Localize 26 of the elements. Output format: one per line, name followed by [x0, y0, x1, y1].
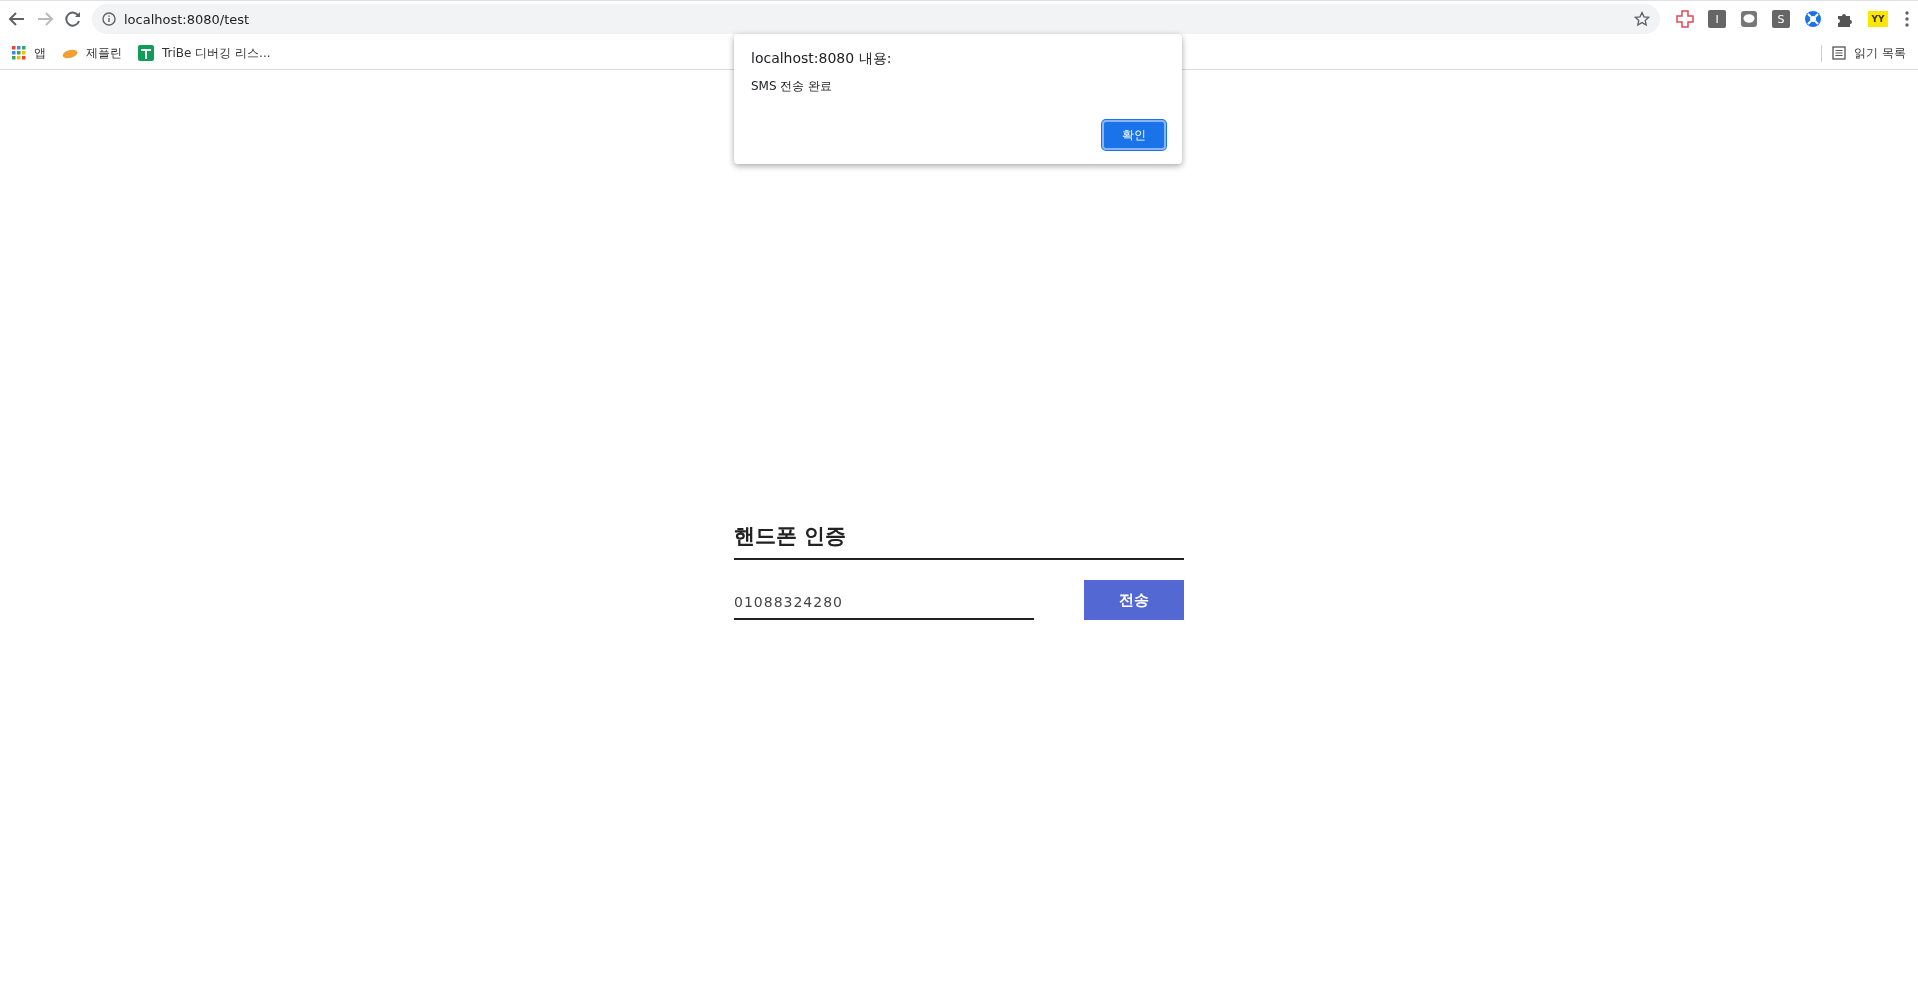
send-button[interactable]: 전송	[1084, 580, 1184, 620]
menu-icon[interactable]	[1904, 10, 1910, 28]
dialog-title: localhost:8080 내용:	[751, 50, 893, 68]
cross-icon[interactable]	[1676, 10, 1694, 28]
info-icon[interactable]	[102, 12, 116, 26]
bookmark-link[interactable]: 제플린	[62, 44, 122, 62]
list-icon	[1832, 46, 1847, 60]
dialog-message: SMS 전송 완료	[751, 78, 834, 95]
reload-icon[interactable]	[64, 10, 82, 28]
reading-list-button[interactable]: 읽기 목록	[1821, 44, 1906, 62]
form-heading: 핸드폰 인증	[734, 522, 1184, 560]
extension-icon[interactable]: I	[1708, 10, 1726, 28]
bookmark-link[interactable]: TriBe 디버깅 리스...	[138, 44, 271, 62]
chat-bubble-icon[interactable]	[1740, 10, 1758, 28]
back-arrow-icon[interactable]	[8, 10, 26, 28]
url-text: localhost:8080/test	[124, 11, 250, 27]
star-icon[interactable]	[1634, 11, 1650, 27]
ok-button[interactable]: 확인	[1102, 120, 1166, 150]
address-bar[interactable]: localhost:8080/test	[92, 4, 1660, 34]
extension-icon[interactable]: S	[1772, 10, 1790, 28]
extension-icon[interactable]: YY	[1868, 11, 1888, 27]
bread-icon	[62, 47, 78, 59]
spreadsheet-icon	[138, 45, 154, 61]
apps-grid-icon	[12, 46, 26, 60]
bookmark-link[interactable]: 앱	[12, 44, 46, 62]
ball-icon[interactable]	[1804, 10, 1822, 28]
